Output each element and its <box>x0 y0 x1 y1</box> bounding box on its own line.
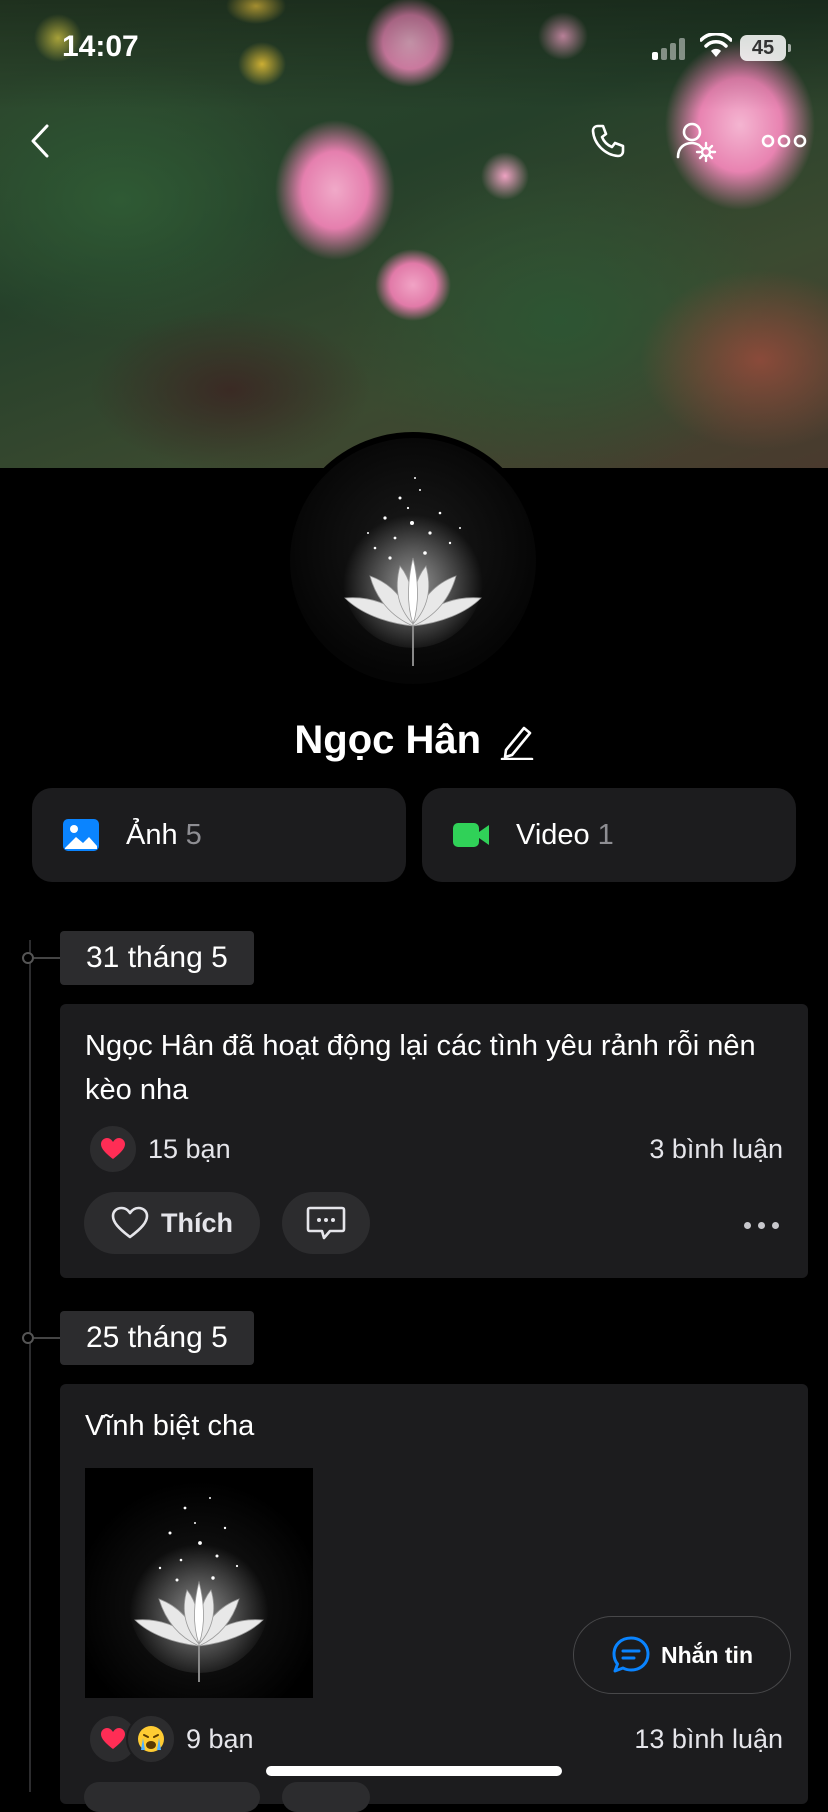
lotus-photo-image <box>129 1497 269 1682</box>
heart-reaction-icon <box>88 1124 138 1174</box>
cellular-signal-icon <box>652 36 692 60</box>
battery-icon: 45 <box>740 35 791 61</box>
timeline-line <box>29 940 31 1792</box>
like-button[interactable] <box>84 1782 260 1812</box>
status-bar: 14:07 45 <box>0 0 828 100</box>
timeline-dot <box>22 952 34 964</box>
wifi-icon <box>700 33 732 57</box>
video-camera-icon <box>453 823 489 847</box>
post-date: 31 tháng 5 <box>60 931 254 985</box>
lotus-avatar-image <box>343 477 483 666</box>
top-navigation <box>0 115 828 171</box>
comment-button[interactable] <box>282 1782 370 1812</box>
photos-label: Ảnh <box>126 818 178 851</box>
reactions-summary[interactable]: 9 bạn <box>88 1714 254 1764</box>
comments-count[interactable]: 3 bình luận <box>649 1134 783 1165</box>
phone-icon <box>591 124 625 158</box>
reactions-summary[interactable]: 15 bạn <box>88 1124 231 1174</box>
photos-button[interactable]: Ảnh 5 <box>32 788 406 882</box>
chat-bubble-icon <box>612 1636 650 1673</box>
post-text: Ngọc Hân đã hoạt động lại các tình yêu r… <box>85 1030 756 1106</box>
reactions-count: 15 bạn <box>148 1133 231 1164</box>
post-photo[interactable] <box>85 1468 313 1698</box>
more-options-button[interactable] <box>758 115 810 167</box>
post-card[interactable]: Vĩnh biệt cha 9 bạn 13 bình luận <box>60 1384 808 1804</box>
timeline-dot <box>22 1332 34 1344</box>
photos-count: 5 <box>185 818 202 851</box>
timeline-connector <box>34 1337 60 1339</box>
user-settings-icon <box>676 122 717 163</box>
comments-count[interactable]: 13 bình luận <box>634 1724 783 1755</box>
back-button[interactable] <box>14 115 66 167</box>
message-button[interactable]: Nhắn tin <box>573 1616 791 1694</box>
timeline-connector <box>34 957 60 959</box>
videos-count: 1 <box>597 818 614 851</box>
videos-label: Video <box>516 818 590 851</box>
heart-outline-icon <box>111 1206 149 1239</box>
home-indicator <box>266 1766 562 1776</box>
post-more-icon[interactable] <box>744 1222 780 1232</box>
post-text: Vĩnh biệt cha <box>85 1410 255 1442</box>
more-horizontal-icon <box>761 134 807 148</box>
like-label: Thích <box>161 1207 233 1238</box>
post-card[interactable]: Ngọc Hân đã hoạt động lại các tình yêu r… <box>60 1004 808 1278</box>
edit-name-icon[interactable] <box>500 722 534 760</box>
status-time: 14:07 <box>62 30 139 63</box>
chevron-left-icon <box>31 124 49 158</box>
profile-name: Ngọc Hân <box>294 718 482 762</box>
profile-name-row: Ngọc Hân <box>0 718 828 763</box>
call-button[interactable] <box>582 115 634 167</box>
photo-icon <box>63 819 99 851</box>
videos-button[interactable]: Video 1 <box>422 788 796 882</box>
comment-button[interactable] <box>282 1192 370 1254</box>
like-button[interactable]: Thích <box>84 1192 260 1254</box>
profile-settings-button[interactable] <box>670 115 722 167</box>
comment-icon <box>306 1206 346 1240</box>
post-date: 25 tháng 5 <box>60 1311 254 1365</box>
crying-reaction-icon <box>126 1714 176 1764</box>
reactions-count: 9 bạn <box>186 1723 254 1754</box>
profile-avatar[interactable] <box>284 432 542 690</box>
message-label: Nhắn tin <box>661 1641 753 1668</box>
